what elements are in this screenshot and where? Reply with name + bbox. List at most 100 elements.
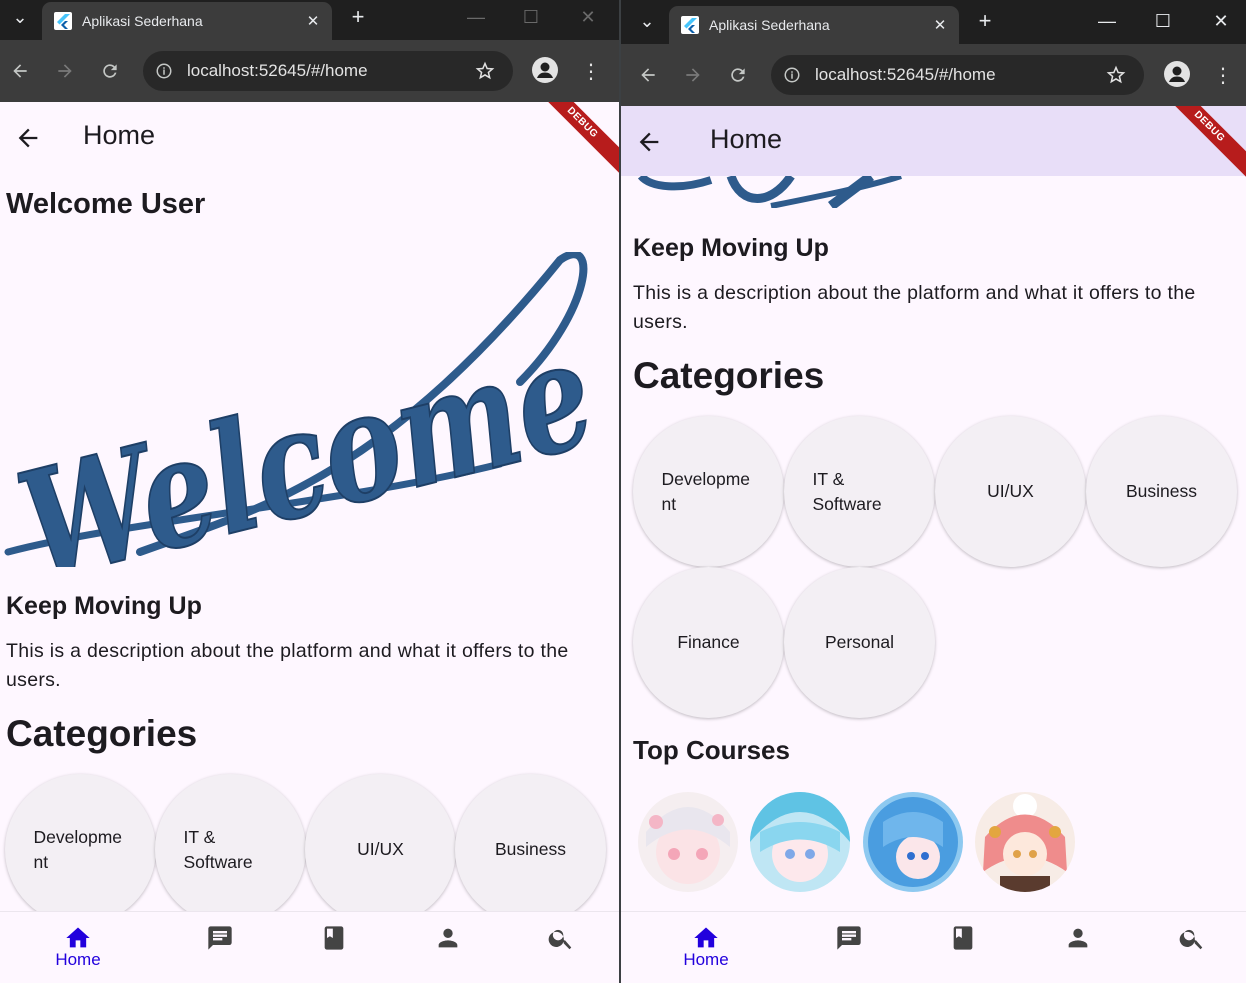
category-label: nt: [33, 851, 49, 872]
close-tab-icon[interactable]: ✕: [302, 12, 324, 30]
welcome-image: Welcome: [3, 252, 610, 567]
category-label: Business: [494, 839, 566, 859]
reload-icon[interactable]: [722, 59, 754, 91]
nav-search[interactable]: [1152, 912, 1232, 983]
category-label: IT &: [183, 826, 216, 847]
profile-icon[interactable]: [532, 57, 558, 83]
tab-search-button[interactable]: ⌄: [4, 2, 36, 32]
nav-chat[interactable]: [809, 912, 889, 983]
top-courses-heading: Top Courses: [633, 735, 790, 765]
category-label: Personal: [824, 632, 895, 652]
close-tab-icon[interactable]: ✕: [929, 16, 951, 34]
maximize-icon[interactable]: ☐: [1147, 6, 1179, 36]
nav-book[interactable]: [923, 912, 1003, 983]
category-business[interactable]: Business: [1086, 416, 1237, 567]
browser-menu-icon[interactable]: ⋮: [575, 55, 607, 87]
category-label: Business: [1125, 481, 1197, 501]
category-label: UI/UX: [357, 839, 404, 859]
site-info-icon[interactable]: [155, 62, 173, 80]
nav-profile[interactable]: [408, 912, 488, 983]
forward-icon[interactable]: [677, 59, 709, 91]
reload-icon[interactable]: [94, 55, 126, 87]
forward-icon[interactable]: [49, 55, 81, 87]
category-label: Software: [183, 851, 253, 872]
categories-heading: Categories: [633, 355, 825, 396]
welcome-image-cropped: [637, 176, 902, 208]
category-label: Software: [812, 493, 882, 514]
address-bar[interactable]: localhost:52645/#/home: [143, 51, 513, 91]
minimize-icon[interactable]: —: [1091, 6, 1123, 36]
welcome-heading: Welcome User: [6, 188, 206, 220]
browser-window-left: ⌄ Aplikasi Sederhana ✕ + — ☐ ✕ localhost…: [0, 0, 619, 983]
book-icon: [324, 926, 344, 950]
browser-tab[interactable]: Aplikasi Sederhana ✕: [42, 2, 332, 40]
nav-home[interactable]: Home: [666, 912, 746, 983]
back-icon[interactable]: [632, 59, 664, 91]
browser-toolbar: localhost:52645/#/home ⋮: [0, 40, 619, 102]
description: This is a description about the platform…: [6, 637, 569, 695]
category-it-software[interactable]: IT & Software: [155, 774, 306, 925]
browser-menu-icon[interactable]: ⋮: [1207, 59, 1239, 91]
browser-tab[interactable]: Aplikasi Sederhana ✕: [669, 6, 959, 44]
app-bar: Home: [0, 102, 619, 172]
nav-profile[interactable]: [1038, 912, 1118, 983]
profile-icon[interactable]: [1164, 61, 1190, 87]
category-ui-ux[interactable]: UI/UX: [935, 416, 1086, 567]
flutter-logo-icon: [54, 12, 72, 30]
nav-home-label: Home: [683, 950, 729, 969]
close-window-icon[interactable]: ✕: [1205, 6, 1237, 36]
minimize-icon[interactable]: —: [460, 2, 492, 32]
app-bar: Home: [621, 106, 1246, 176]
flutter-page: DEBUG Home Keep Moving Up This is a desc…: [621, 106, 1246, 983]
chat-icon: [208, 926, 232, 950]
category-label: UI/UX: [987, 481, 1034, 501]
url-text: localhost:52645/#/home: [187, 61, 368, 80]
course-avatar-3[interactable]: [863, 792, 963, 892]
course-avatar-4[interactable]: [975, 792, 1075, 892]
bookmark-star-icon[interactable]: [1106, 65, 1126, 85]
new-tab-icon[interactable]: +: [342, 2, 374, 32]
browser-toolbar: localhost:52645/#/home ⋮: [621, 44, 1246, 106]
book-icon: [953, 926, 973, 950]
course-avatar-1[interactable]: [638, 792, 738, 892]
flutter-page: DEBUG Home Welcome User Welcome Keep Mov…: [0, 102, 619, 983]
category-label: IT &: [812, 468, 845, 489]
maximize-icon[interactable]: ☐: [515, 2, 547, 32]
subtitle: Keep Moving Up: [6, 592, 202, 620]
category-finance[interactable]: Finance: [633, 567, 784, 718]
app-bar-title: Home: [83, 120, 156, 150]
category-label: Developme: [661, 468, 751, 489]
chat-icon: [837, 926, 861, 950]
category-development[interactable]: Developme nt: [5, 774, 156, 925]
new-tab-icon[interactable]: +: [969, 6, 1001, 36]
description-line1: This is a description about the platform…: [6, 640, 569, 662]
close-window-icon[interactable]: ✕: [572, 2, 604, 32]
search-icon: [548, 929, 572, 950]
site-info-icon[interactable]: [783, 66, 801, 84]
category-it-software[interactable]: IT & Software: [784, 416, 935, 567]
category-development[interactable]: Developme nt: [633, 416, 784, 567]
category-label: Developme: [33, 826, 123, 847]
tab-title: Aplikasi Sederhana: [82, 13, 203, 29]
home-icon: [694, 927, 718, 948]
url-text: localhost:52645/#/home: [815, 65, 996, 84]
person-icon: [1068, 928, 1088, 948]
bottom-navigation: Home: [0, 911, 619, 983]
description: This is a description about the platform…: [633, 279, 1196, 337]
course-avatar-2[interactable]: [750, 792, 850, 892]
category-personal[interactable]: Personal: [784, 567, 935, 718]
app-back-icon[interactable]: [14, 124, 42, 152]
app-back-icon[interactable]: [635, 128, 663, 156]
tab-search-button[interactable]: ⌄: [631, 6, 663, 36]
nav-home-label: Home: [55, 950, 101, 969]
back-icon[interactable]: [4, 55, 36, 87]
nav-book[interactable]: [294, 912, 374, 983]
category-ui-ux[interactable]: UI/UX: [305, 774, 456, 925]
nav-chat[interactable]: [180, 912, 260, 983]
bottom-navigation: Home: [621, 911, 1246, 983]
address-bar[interactable]: localhost:52645/#/home: [771, 55, 1144, 95]
category-business[interactable]: Business: [455, 774, 606, 925]
bookmark-star-icon[interactable]: [475, 61, 495, 81]
nav-search[interactable]: [521, 912, 601, 983]
nav-home[interactable]: Home: [38, 912, 118, 983]
